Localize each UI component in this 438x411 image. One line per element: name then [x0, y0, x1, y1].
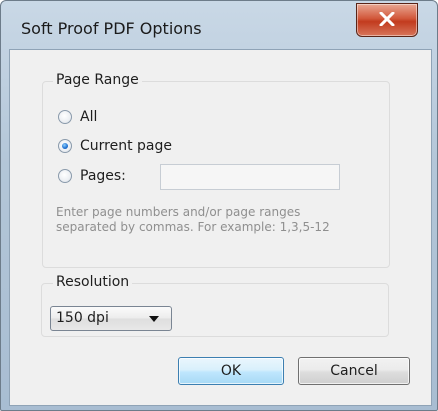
radio-current-page-button[interactable] [58, 139, 72, 153]
title-bar[interactable]: Soft Proof PDF Options [1, 1, 437, 49]
resolution-legend: Resolution [53, 274, 133, 290]
radio-current-page[interactable]: Current page [58, 136, 172, 156]
page-range-hint: Enter page numbers and/or page ranges se… [56, 205, 386, 235]
radio-pages[interactable]: Pages: [58, 166, 126, 186]
ok-button[interactable]: OK [178, 357, 284, 385]
radio-all[interactable]: All [58, 107, 97, 127]
radio-all-label: All [80, 109, 98, 125]
radio-pages-button[interactable] [58, 169, 72, 183]
hint-line-2: separated by commas. For example: 1,3,5-… [56, 220, 330, 234]
chevron-down-icon [149, 316, 159, 322]
hint-line-1: Enter page numbers and/or page ranges [56, 205, 301, 219]
radio-pages-label: Pages: [80, 168, 126, 184]
radio-current-page-label: Current page [80, 138, 172, 154]
pages-input[interactable] [160, 164, 340, 190]
window-title: Soft Proof PDF Options [21, 19, 202, 38]
resolution-select[interactable]: 150 dpi [50, 306, 172, 331]
radio-all-button[interactable] [58, 110, 72, 124]
close-button[interactable] [356, 3, 418, 37]
cancel-button[interactable]: Cancel [298, 357, 410, 385]
close-icon [379, 12, 395, 26]
dialog-window: Soft Proof PDF Options Page Range All Cu… [0, 0, 438, 411]
dialog-body: Page Range All Current page Pages: Enter… [9, 49, 432, 406]
resolution-select-value: 150 dpi [56, 310, 109, 326]
page-range-legend: Page Range [53, 72, 142, 88]
